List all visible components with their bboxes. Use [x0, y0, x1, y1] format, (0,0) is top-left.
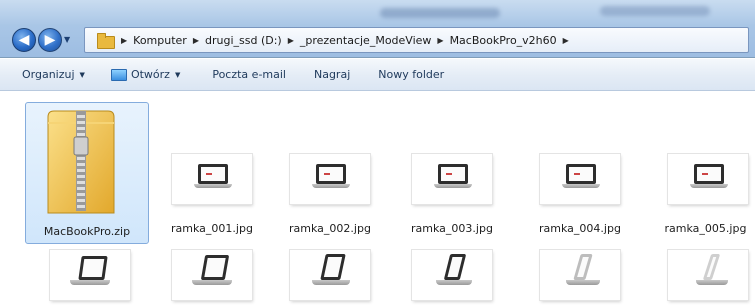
image-thumbnail — [668, 154, 748, 204]
organize-label: Organizuj — [22, 68, 75, 81]
breadcrumb-computer[interactable]: Komputer — [133, 34, 187, 47]
image-thumbnail — [290, 250, 370, 300]
organize-button[interactable]: Organizuj ▼ — [14, 63, 93, 87]
file-name: ramka_003.jpg — [411, 222, 493, 235]
file-item-macbookpro-zip[interactable]: MacBookPro.zip — [25, 102, 149, 244]
file-name: ramka_001.jpg — [171, 222, 253, 235]
breadcrumb-arrow-icon[interactable]: ▶ — [193, 36, 199, 45]
command-toolbar: Organizuj ▼ Otwórz ▼ Poczta e-mail Nagra… — [0, 59, 755, 91]
burn-label: Nagraj — [313, 68, 351, 81]
breadcrumb-folder-current[interactable]: MacBookPro_v2h60 — [450, 34, 557, 47]
file-item-row2-6[interactable] — [656, 250, 755, 308]
file-item-ramka-005[interactable]: ramka_005.jpg — [656, 154, 755, 240]
file-list: MacBookPro.zip ramka_001.jpg ramka_002.j… — [0, 92, 755, 308]
file-item-ramka-001[interactable]: ramka_001.jpg — [160, 154, 264, 240]
chevron-down-icon: ▼ — [79, 70, 85, 79]
breadcrumb-arrow-icon[interactable]: ▶ — [288, 36, 294, 45]
breadcrumb-arrow-icon[interactable]: ▶ — [563, 36, 569, 45]
file-item-row2-2[interactable] — [160, 250, 264, 308]
file-item-row2-1[interactable] — [38, 250, 142, 308]
email-label: Poczta e-mail — [212, 68, 286, 81]
window-title-blur-right — [600, 6, 710, 16]
zip-folder-icon — [47, 110, 115, 214]
breadcrumb-arrow-icon[interactable]: ▶ — [121, 36, 127, 45]
image-thumbnail — [668, 250, 748, 300]
arrow-right-icon: ▶ — [44, 32, 56, 48]
forward-button[interactable]: ▶ — [38, 28, 62, 52]
image-thumbnail — [412, 250, 492, 300]
file-item-ramka-002[interactable]: ramka_002.jpg — [278, 154, 382, 240]
chevron-down-icon: ▼ — [174, 70, 181, 79]
burn-button[interactable]: Nagraj — [306, 63, 358, 87]
file-item-ramka-004[interactable]: ramka_004.jpg — [528, 154, 632, 240]
file-name: ramka_004.jpg — [539, 222, 621, 235]
open-button[interactable]: Otwórz ▼ — [103, 63, 188, 87]
breadcrumb-folder-prezentacje[interactable]: _prezentacje_ModeView — [300, 34, 432, 47]
image-thumbnail — [290, 154, 370, 204]
image-thumbnail — [172, 250, 252, 300]
arrow-left-icon: ◀ — [18, 32, 30, 48]
breadcrumb-drive[interactable]: drugi_ssd (D:) — [205, 34, 282, 47]
file-item-row2-3[interactable] — [278, 250, 382, 308]
recent-pages-dropdown[interactable]: ▼ — [64, 35, 70, 44]
back-button[interactable]: ◀ — [12, 28, 36, 52]
open-icon — [110, 68, 127, 81]
image-thumbnail — [540, 154, 620, 204]
image-thumbnail — [540, 250, 620, 300]
file-name: ramka_002.jpg — [289, 222, 371, 235]
image-thumbnail — [172, 154, 252, 204]
file-item-row2-4[interactable] — [400, 250, 504, 308]
file-item-row2-5[interactable] — [528, 250, 632, 308]
file-name: MacBookPro.zip — [43, 225, 131, 238]
address-bar[interactable]: ▶ Komputer ▶ drugi_ssd (D:) ▶ _prezentac… — [84, 27, 749, 53]
file-name: ramka_005.jpg — [664, 222, 747, 235]
email-button[interactable]: Poczta e-mail — [204, 63, 294, 87]
window-title-blur — [380, 8, 500, 18]
breadcrumb-arrow-icon[interactable]: ▶ — [437, 36, 443, 45]
new-folder-label: Nowy folder — [378, 68, 445, 81]
open-label: Otwórz — [130, 68, 170, 81]
title-bar: ◀ ▶ ▼ ▶ Komputer ▶ drugi_ssd (D:) ▶ _pre… — [0, 0, 755, 58]
image-thumbnail — [412, 154, 492, 204]
new-folder-button[interactable]: Nowy folder — [370, 63, 452, 87]
file-item-ramka-003[interactable]: ramka_003.jpg — [400, 154, 504, 240]
image-thumbnail — [50, 250, 130, 300]
folder-icon — [97, 33, 115, 49]
